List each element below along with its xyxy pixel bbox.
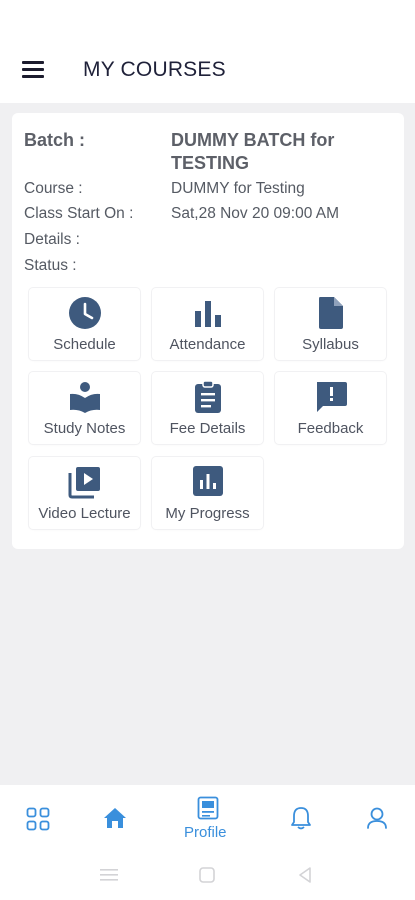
study-notes-tile[interactable]: Study Notes	[29, 372, 140, 444]
batch-value: DUMMY BATCH for TESTING	[171, 130, 335, 173]
class-start-value: Sat,28 Nov 20 09:00 AM	[171, 205, 340, 222]
course-value: DUMMY for Testing	[171, 180, 305, 197]
course-label: Course :	[24, 180, 83, 197]
batch-label: Batch :	[24, 130, 86, 150]
clipboard-icon	[194, 380, 221, 413]
nav-account[interactable]	[356, 785, 396, 855]
schedule-tile[interactable]: Schedule	[29, 288, 140, 360]
tile-label: Schedule	[53, 336, 116, 353]
bar-chart-icon	[194, 301, 221, 327]
hamburger-menu-icon[interactable]	[22, 61, 44, 79]
nav-profile[interactable]: Profile	[175, 785, 241, 855]
page-title: MY COURSES	[83, 58, 226, 81]
nav-notifications[interactable]	[280, 785, 320, 855]
video-library-icon	[68, 467, 100, 499]
tile-label: My Progress	[165, 505, 250, 522]
attendance-tile[interactable]: Attendance	[152, 288, 263, 360]
course-actions-grid: Schedule Attendance Syllabus Study Notes…	[29, 288, 389, 538]
class-start-label: Class Start On :	[24, 205, 134, 222]
tile-label: Feedback	[297, 420, 364, 437]
video-lecture-tile[interactable]: Video Lecture	[29, 457, 140, 529]
tile-label: Study Notes	[43, 420, 126, 437]
system-navigation-bar	[0, 855, 415, 900]
app-header: MY COURSES	[0, 0, 415, 103]
back-triangle-icon	[299, 867, 311, 883]
recent-apps-button[interactable]	[98, 855, 122, 900]
tile-label: Video Lecture	[38, 505, 131, 522]
syllabus-tile[interactable]: Syllabus	[275, 288, 386, 360]
my-progress-tile[interactable]: My Progress	[152, 457, 263, 529]
progress-chart-icon	[192, 466, 223, 496]
clock-icon	[68, 297, 101, 329]
document-icon	[318, 297, 343, 329]
square-home-icon	[199, 867, 215, 883]
recent-apps-icon	[100, 869, 118, 881]
profile-card-icon	[197, 796, 219, 820]
home-system-button[interactable]	[197, 855, 221, 900]
bottom-navigation: Profile	[0, 785, 415, 855]
course-card: Batch : DUMMY BATCH for TESTING Course :…	[12, 113, 404, 549]
user-icon	[367, 807, 387, 829]
feedback-icon	[316, 382, 347, 412]
bell-icon	[291, 807, 311, 830]
nav-apps[interactable]	[20, 785, 60, 855]
nav-profile-label: Profile	[184, 824, 227, 841]
app-screen: MY COURSES Batch : DUMMY BATCH for TESTI…	[0, 0, 415, 900]
back-system-button[interactable]	[296, 855, 320, 900]
nav-home[interactable]	[95, 785, 135, 855]
home-icon	[104, 808, 126, 828]
feedback-tile[interactable]: Feedback	[275, 372, 386, 444]
tile-label: Syllabus	[302, 336, 359, 353]
tile-label: Fee Details	[169, 420, 246, 437]
reader-book-icon	[69, 382, 100, 413]
fee-details-tile[interactable]: Fee Details	[152, 372, 263, 444]
grid-icon	[26, 807, 50, 831]
details-label: Details :	[24, 231, 80, 248]
tile-label: Attendance	[169, 336, 246, 353]
status-label: Status :	[24, 257, 77, 274]
